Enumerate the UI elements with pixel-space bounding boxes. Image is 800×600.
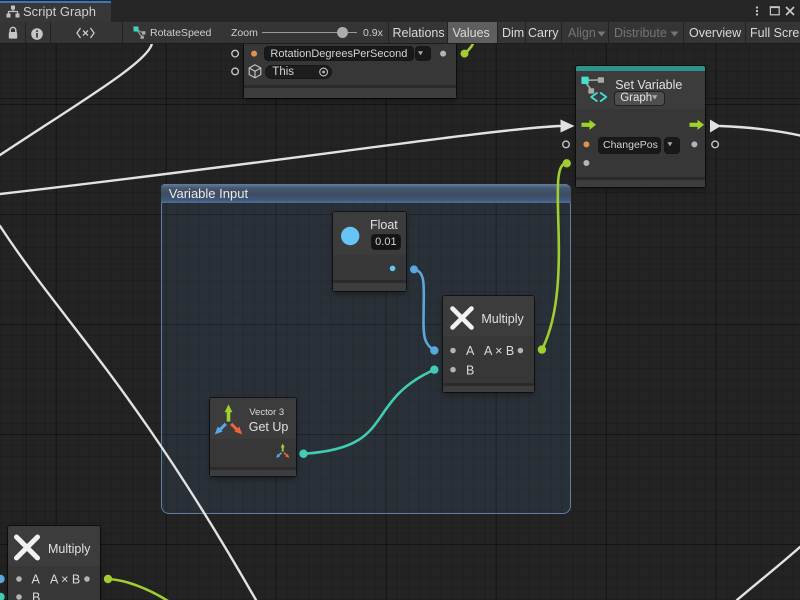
svg-text:A × B: A × B	[484, 344, 514, 358]
svg-text:A: A	[32, 573, 41, 587]
svg-text:A × B: A × B	[50, 573, 80, 587]
svg-text:B: B	[32, 591, 40, 600]
svg-text:B: B	[466, 363, 474, 377]
svg-text:A: A	[466, 344, 475, 358]
